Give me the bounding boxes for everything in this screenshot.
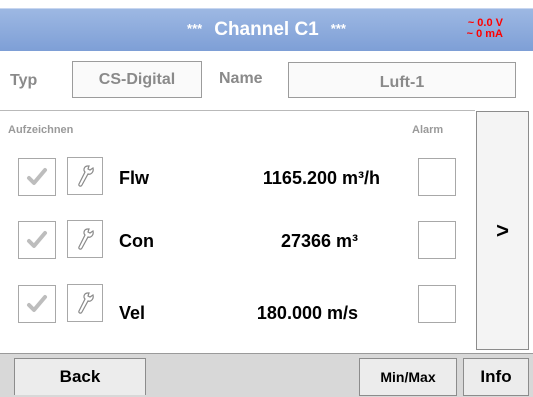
- current-reading: ~ 0 mA: [466, 28, 503, 40]
- channel-name-con: Con: [119, 231, 154, 251]
- alarm-checkbox-con[interactable]: [418, 221, 456, 259]
- channel-value-vel: 180.000 m/s: [256, 303, 358, 323]
- back-button[interactable]: Back: [14, 358, 146, 395]
- record-column-label: Aufzeichnen: [8, 124, 74, 136]
- settings-button-con[interactable]: [67, 220, 103, 258]
- typ-label: Typ: [10, 72, 38, 89]
- channel-name-flw: Flw: [119, 168, 149, 188]
- next-page-button[interactable]: >: [476, 111, 529, 350]
- min-max-button[interactable]: Min/Max: [359, 358, 457, 396]
- title-bar: *** Channel C1 *** ~ 0.0 V ~ 0 mA: [0, 8, 533, 51]
- info-button[interactable]: Info: [463, 358, 529, 396]
- wrench-icon: [78, 292, 94, 314]
- typ-field[interactable]: CS-Digital: [72, 61, 202, 98]
- checkmark-icon: [27, 231, 47, 248]
- bottom-bar: Back Min/Max Info: [0, 353, 533, 397]
- wrench-icon: [78, 165, 94, 187]
- channel-settings-screen: *** Channel C1 *** ~ 0.0 V ~ 0 mA Typ CS…: [0, 0, 533, 397]
- checkmark-icon: [27, 168, 47, 185]
- settings-button-flw[interactable]: [67, 157, 103, 195]
- title-stars-right: ***: [330, 20, 346, 36]
- channel-value-con: 27366 m³: [280, 231, 358, 251]
- record-checkbox-flw[interactable]: [18, 158, 56, 196]
- alarm-checkbox-flw[interactable]: [418, 158, 456, 196]
- name-field[interactable]: Luft-1: [288, 62, 516, 98]
- wrench-icon: [78, 228, 94, 250]
- checkmark-icon: [27, 295, 47, 312]
- window-title: *** Channel C1 ***: [0, 9, 533, 51]
- name-label: Name: [219, 70, 263, 87]
- channel-value-flw: 1165.200 m³/h: [262, 168, 380, 188]
- signal-readings: ~ 0.0 V ~ 0 mA: [467, 18, 503, 40]
- record-checkbox-vel[interactable]: [18, 285, 56, 323]
- channel-name-vel: Vel: [119, 303, 146, 323]
- record-checkbox-con[interactable]: [18, 221, 56, 259]
- channel-title: Channel C1: [214, 19, 319, 40]
- settings-button-vel[interactable]: [67, 284, 103, 322]
- alarm-checkbox-vel[interactable]: [418, 285, 456, 323]
- section-divider: [0, 110, 475, 111]
- alarm-column-label: Alarm: [412, 124, 444, 136]
- title-stars-left: ***: [187, 20, 203, 36]
